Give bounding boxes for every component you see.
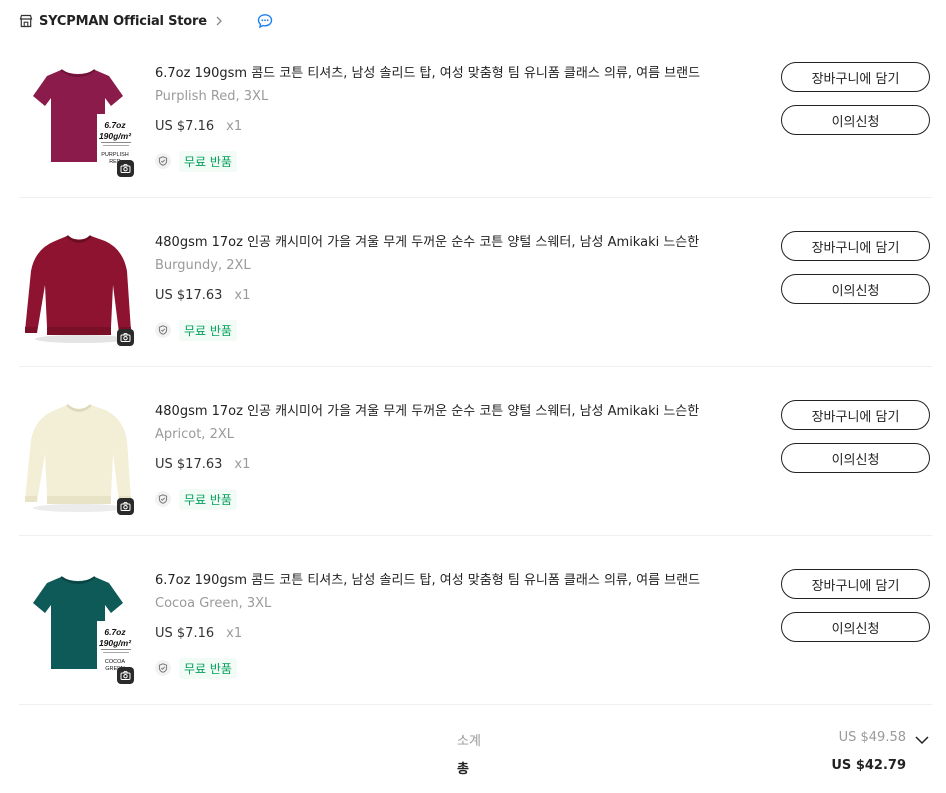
free-return-badge: 무료 반품	[179, 150, 237, 172]
chat-bubble-icon[interactable]	[257, 13, 273, 29]
svg-text:190g/m²: 190g/m²	[99, 131, 132, 141]
item-divider	[19, 535, 932, 536]
product-price: US $7.16	[155, 626, 215, 641]
chevron-down-icon[interactable]	[914, 732, 930, 748]
free-return-row: 무료 반품	[155, 150, 237, 172]
subtotal-label: 소계	[457, 734, 481, 749]
price-row: US $7.16 x1	[155, 119, 242, 134]
product-quantity: x1	[226, 626, 243, 641]
free-return-row: 무료 반품	[155, 657, 237, 679]
product-variant: Cocoa Green, 3XL	[155, 596, 272, 611]
shield-check-icon	[155, 153, 171, 169]
product-price: US $17.63	[155, 457, 223, 472]
add-to-cart-button[interactable]: 장바구니에 담기	[781, 231, 930, 261]
shield-check-icon	[155, 660, 171, 676]
free-return-badge: 무료 반품	[179, 488, 237, 510]
product-variant: Purplish Red, 3XL	[155, 89, 269, 104]
product-title[interactable]: 6.7oz 190gsm 콤드 코튼 티셔츠, 남성 솔리드 탑, 여성 맞춤형…	[155, 569, 755, 588]
dispute-button[interactable]: 이의신청	[781, 612, 930, 642]
order-item: 6.7oz 190g/m² PURPLISH RED 6.7oz 190gsm …	[19, 62, 932, 230]
order-item: 480gsm 17oz 인공 캐시미어 가을 겨울 무게 두꺼운 순수 코튼 양…	[19, 231, 932, 399]
free-return-badge: 무료 반품	[179, 657, 237, 679]
camera-icon[interactable]	[117, 667, 134, 684]
shield-check-icon	[155, 491, 171, 507]
item-divider	[19, 366, 932, 367]
store-name[interactable]: SYCPMAN Official Store	[39, 14, 207, 29]
svg-text:6.7oz: 6.7oz	[104, 627, 126, 637]
add-to-cart-button[interactable]: 장바구니에 담기	[781, 400, 930, 430]
dispute-button[interactable]: 이의신청	[781, 105, 930, 135]
free-return-badge: 무료 반품	[179, 319, 237, 341]
svg-text:6.7oz: 6.7oz	[104, 120, 126, 130]
total-label: 총	[457, 762, 469, 777]
subtotal-value: US $49.58	[838, 730, 906, 745]
product-variant: Burgundy, 2XL	[155, 258, 251, 273]
price-row: US $17.63 x1	[155, 457, 250, 472]
shield-check-icon	[155, 322, 171, 338]
camera-icon[interactable]	[117, 498, 134, 515]
product-title[interactable]: 480gsm 17oz 인공 캐시미어 가을 겨울 무게 두꺼운 순수 코튼 양…	[155, 400, 755, 419]
price-row: US $17.63 x1	[155, 288, 250, 303]
free-return-row: 무료 반품	[155, 319, 237, 341]
dispute-button[interactable]: 이의신청	[781, 274, 930, 304]
order-item: 6.7oz 190g/m² COCOA GREEN 6.7oz 190gsm 콤…	[19, 569, 932, 737]
product-quantity: x1	[234, 457, 251, 472]
product-variant: Apricot, 2XL	[155, 427, 234, 442]
product-title[interactable]: 6.7oz 190gsm 콤드 코튼 티셔츠, 남성 솔리드 탑, 여성 맞춤형…	[155, 62, 755, 81]
store-header[interactable]: SYCPMAN Official Store	[19, 10, 273, 32]
svg-text:PURPLISH: PURPLISH	[101, 152, 129, 158]
camera-icon[interactable]	[117, 329, 134, 346]
free-return-row: 무료 반품	[155, 488, 237, 510]
order-item: 480gsm 17oz 인공 캐시미어 가을 겨울 무게 두꺼운 순수 코튼 양…	[19, 400, 932, 568]
product-quantity: x1	[226, 119, 243, 134]
product-price: US $7.16	[155, 119, 215, 134]
total-value: US $42.79	[831, 758, 906, 773]
price-row: US $7.16 x1	[155, 626, 242, 641]
dispute-button[interactable]: 이의신청	[781, 443, 930, 473]
add-to-cart-button[interactable]: 장바구니에 담기	[781, 62, 930, 92]
add-to-cart-button[interactable]: 장바구니에 담기	[781, 569, 930, 599]
product-price: US $17.63	[155, 288, 223, 303]
product-title[interactable]: 480gsm 17oz 인공 캐시미어 가을 겨울 무게 두꺼운 순수 코튼 양…	[155, 231, 755, 250]
item-divider	[19, 704, 932, 705]
product-quantity: x1	[234, 288, 251, 303]
svg-text:190g/m²: 190g/m²	[99, 638, 132, 648]
camera-icon[interactable]	[117, 160, 134, 177]
svg-text:COCOA: COCOA	[105, 659, 126, 665]
chevron-right-icon[interactable]	[213, 15, 225, 27]
store-icon	[19, 14, 33, 28]
item-divider	[19, 197, 932, 198]
